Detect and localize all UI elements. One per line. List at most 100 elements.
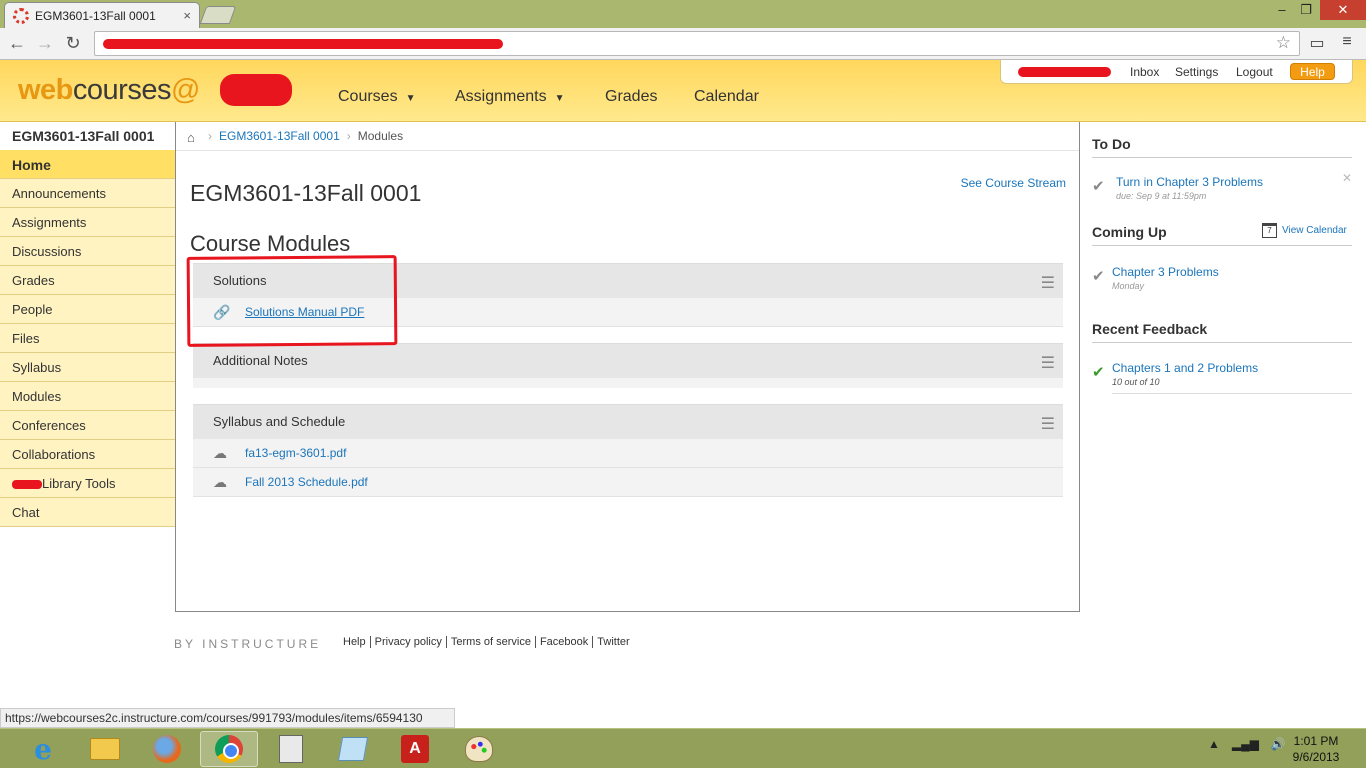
footer-facebook-link[interactable]: Facebook <box>536 636 594 648</box>
drag-handle-icon[interactable]: ☰ <box>1041 273 1055 293</box>
chevron-down-icon: ▼ <box>554 93 565 104</box>
window-maximize-button[interactable]: ❐ <box>1294 0 1318 20</box>
volume-icon[interactable]: 🔊 <box>1271 737 1286 751</box>
sidebar-item-chat[interactable]: Chat <box>0 498 175 527</box>
breadcrumb-separator-icon: › <box>346 129 351 143</box>
forward-arrow-icon[interactable]: → <box>34 32 56 54</box>
breadcrumb-course-link[interactable]: EGM3601-13Fall 0001 <box>219 129 340 143</box>
see-course-stream-link[interactable]: See Course Stream <box>961 176 1066 190</box>
feedback-divider <box>1112 393 1352 394</box>
browser-menu-icon[interactable]: ≡ <box>1336 33 1358 55</box>
drag-handle-icon[interactable]: ☰ <box>1041 353 1055 373</box>
network-signal-icon[interactable]: ▂▄▆ <box>1232 737 1259 751</box>
library-redaction-mark <box>12 480 42 490</box>
file-explorer-icon[interactable] <box>76 731 134 767</box>
nav-grades[interactable]: Grades <box>605 88 657 106</box>
internet-explorer-icon[interactable]: e <box>14 731 72 767</box>
chrome-icon[interactable] <box>200 731 258 767</box>
reload-icon[interactable]: ↻ <box>62 32 84 54</box>
browser-tab-bar: EGM3601-13Fall 0001 × – ❐ ✕ <box>0 0 1366 28</box>
footer-privacy-link[interactable]: Privacy policy <box>371 636 447 648</box>
chevron-down-icon: ▼ <box>405 93 416 104</box>
new-tab-button[interactable] <box>199 6 237 24</box>
settings-link[interactable]: Settings <box>1175 65 1218 79</box>
sidebar-item-syllabus[interactable]: Syllabus <box>0 353 175 382</box>
syllabus-pdf-link[interactable]: fa13-egm-3601.pdf <box>245 446 346 460</box>
document-manager-icon[interactable] <box>262 731 320 767</box>
breadcrumb-separator-icon: › <box>208 129 212 143</box>
footer-terms-link[interactable]: Terms of service <box>447 636 536 648</box>
sidebar-item-home[interactable]: Home <box>0 150 175 179</box>
address-bar[interactable]: ☆ <box>94 31 1300 56</box>
adobe-acrobat-icon[interactable]: A <box>386 731 444 767</box>
sidebar-item-announcements[interactable]: Announcements <box>0 179 175 208</box>
instructure-brand[interactable]: BY INSTRUCTURE <box>174 637 321 651</box>
logout-link[interactable]: Logout <box>1236 65 1273 79</box>
app-header: webcourses@ Courses ▼ Assignments ▼ Grades… <box>0 60 1366 122</box>
help-button[interactable]: Help <box>1290 63 1335 80</box>
tab-title: EGM3601-13Fall 0001 <box>35 8 156 23</box>
url-redaction-mark <box>103 39 503 49</box>
sidebar-item-library-tools[interactable]: Library Tools <box>0 469 175 498</box>
modules-heading: Course Modules <box>190 231 351 256</box>
footer-help-link[interactable]: Help <box>343 636 371 648</box>
dismiss-icon[interactable]: ✕ <box>1342 171 1352 185</box>
module-header[interactable]: Additional Notes ☰ <box>193 343 1063 378</box>
sidebar-item-people[interactable]: People <box>0 295 175 324</box>
bookmark-star-icon[interactable]: ☆ <box>1276 33 1291 53</box>
module-empty-area <box>193 378 1063 388</box>
page-title: EGM3601-13Fall 0001 <box>190 180 422 206</box>
paint-icon[interactable] <box>450 731 508 767</box>
link-icon: 🔗 <box>213 303 231 320</box>
sidebar-item-modules[interactable]: Modules <box>0 382 175 411</box>
notepad-icon[interactable] <box>324 731 382 767</box>
todo-due-date: due: Sep 9 at 11:59pm <box>1116 191 1207 201</box>
sidebar-item-files[interactable]: Files <box>0 324 175 353</box>
sidebar-item-discussions[interactable]: Discussions <box>0 237 175 266</box>
assignment-check-icon: ✔ <box>1092 268 1105 285</box>
sidebar-item-assignments[interactable]: Assignments <box>0 208 175 237</box>
sidebar-item-grades[interactable]: Grades <box>0 266 175 295</box>
solutions-manual-link[interactable]: Solutions Manual PDF <box>245 305 364 319</box>
browser-status-bar: https://webcourses2c.instructure.com/cou… <box>0 708 455 728</box>
coming-up-link[interactable]: Chapter 3 Problems <box>1112 265 1219 279</box>
view-calendar-link[interactable]: 7 View Calendar <box>1262 223 1347 238</box>
module-header[interactable]: Solutions ☰ <box>193 263 1063 298</box>
recent-feedback-heading: Recent Feedback <box>1092 321 1352 343</box>
main-content: ⌂ › EGM3601-13Fall 0001 › Modules EGM360… <box>175 122 1080 612</box>
nav-calendar[interactable]: Calendar <box>694 88 759 106</box>
schedule-pdf-link[interactable]: Fall 2013 Schedule.pdf <box>245 475 368 489</box>
cloud-download-icon: ☁ <box>213 473 227 490</box>
user-nav: Inbox Settings Logout Help <box>1000 60 1353 84</box>
back-arrow-icon[interactable]: ← <box>6 32 28 54</box>
sidebar-item-conferences[interactable]: Conferences <box>0 411 175 440</box>
webcourses-logo[interactable]: webcourses@ <box>18 74 200 107</box>
sidebar-item-collaborations[interactable]: Collaborations <box>0 440 175 469</box>
window-close-button[interactable]: ✕ <box>1320 0 1366 20</box>
feedback-score: 10 out of 10 <box>1112 377 1160 387</box>
system-clock[interactable]: 1:01 PM 9/6/2013 <box>1286 733 1346 765</box>
system-tray: ▲ ▂▄▆ 🔊 <box>1208 737 1286 751</box>
windows-taskbar: e A ▲ ▂▄▆ 🔊 1:01 PM 9/6/2013 <box>0 728 1366 768</box>
todo-item-link[interactable]: Turn in Chapter 3 Problems <box>1116 175 1263 189</box>
coming-up-date: Monday <box>1112 281 1145 291</box>
nav-courses[interactable]: Courses ▼ <box>338 88 415 106</box>
nav-assignments[interactable]: Assignments ▼ <box>455 88 565 106</box>
browser-toolbar: ← → ↻ ☆ ▭ ≡ <box>0 28 1366 60</box>
username-redaction-mark <box>1018 67 1111 77</box>
show-hidden-icons-icon[interactable]: ▲ <box>1208 737 1220 751</box>
green-check-icon: ✔ <box>1092 364 1105 381</box>
browser-tab[interactable]: EGM3601-13Fall 0001 × <box>4 2 200 28</box>
module-header[interactable]: Syllabus and Schedule ☰ <box>193 404 1063 439</box>
course-nav: Home Announcements Assignments Discussio… <box>0 150 175 527</box>
feedback-link[interactable]: Chapters 1 and 2 Problems <box>1112 361 1258 375</box>
inbox-link[interactable]: Inbox <box>1130 65 1159 79</box>
drag-handle-icon[interactable]: ☰ <box>1041 414 1055 434</box>
assignment-check-icon: ✔ <box>1092 178 1105 195</box>
window-minimize-button[interactable]: – <box>1270 0 1294 20</box>
cast-icon[interactable]: ▭ <box>1306 33 1328 55</box>
tab-close-icon[interactable]: × <box>183 8 191 23</box>
home-icon[interactable]: ⌂ <box>187 130 201 145</box>
firefox-icon[interactable] <box>138 731 196 767</box>
footer-twitter-link[interactable]: Twitter <box>593 636 633 648</box>
